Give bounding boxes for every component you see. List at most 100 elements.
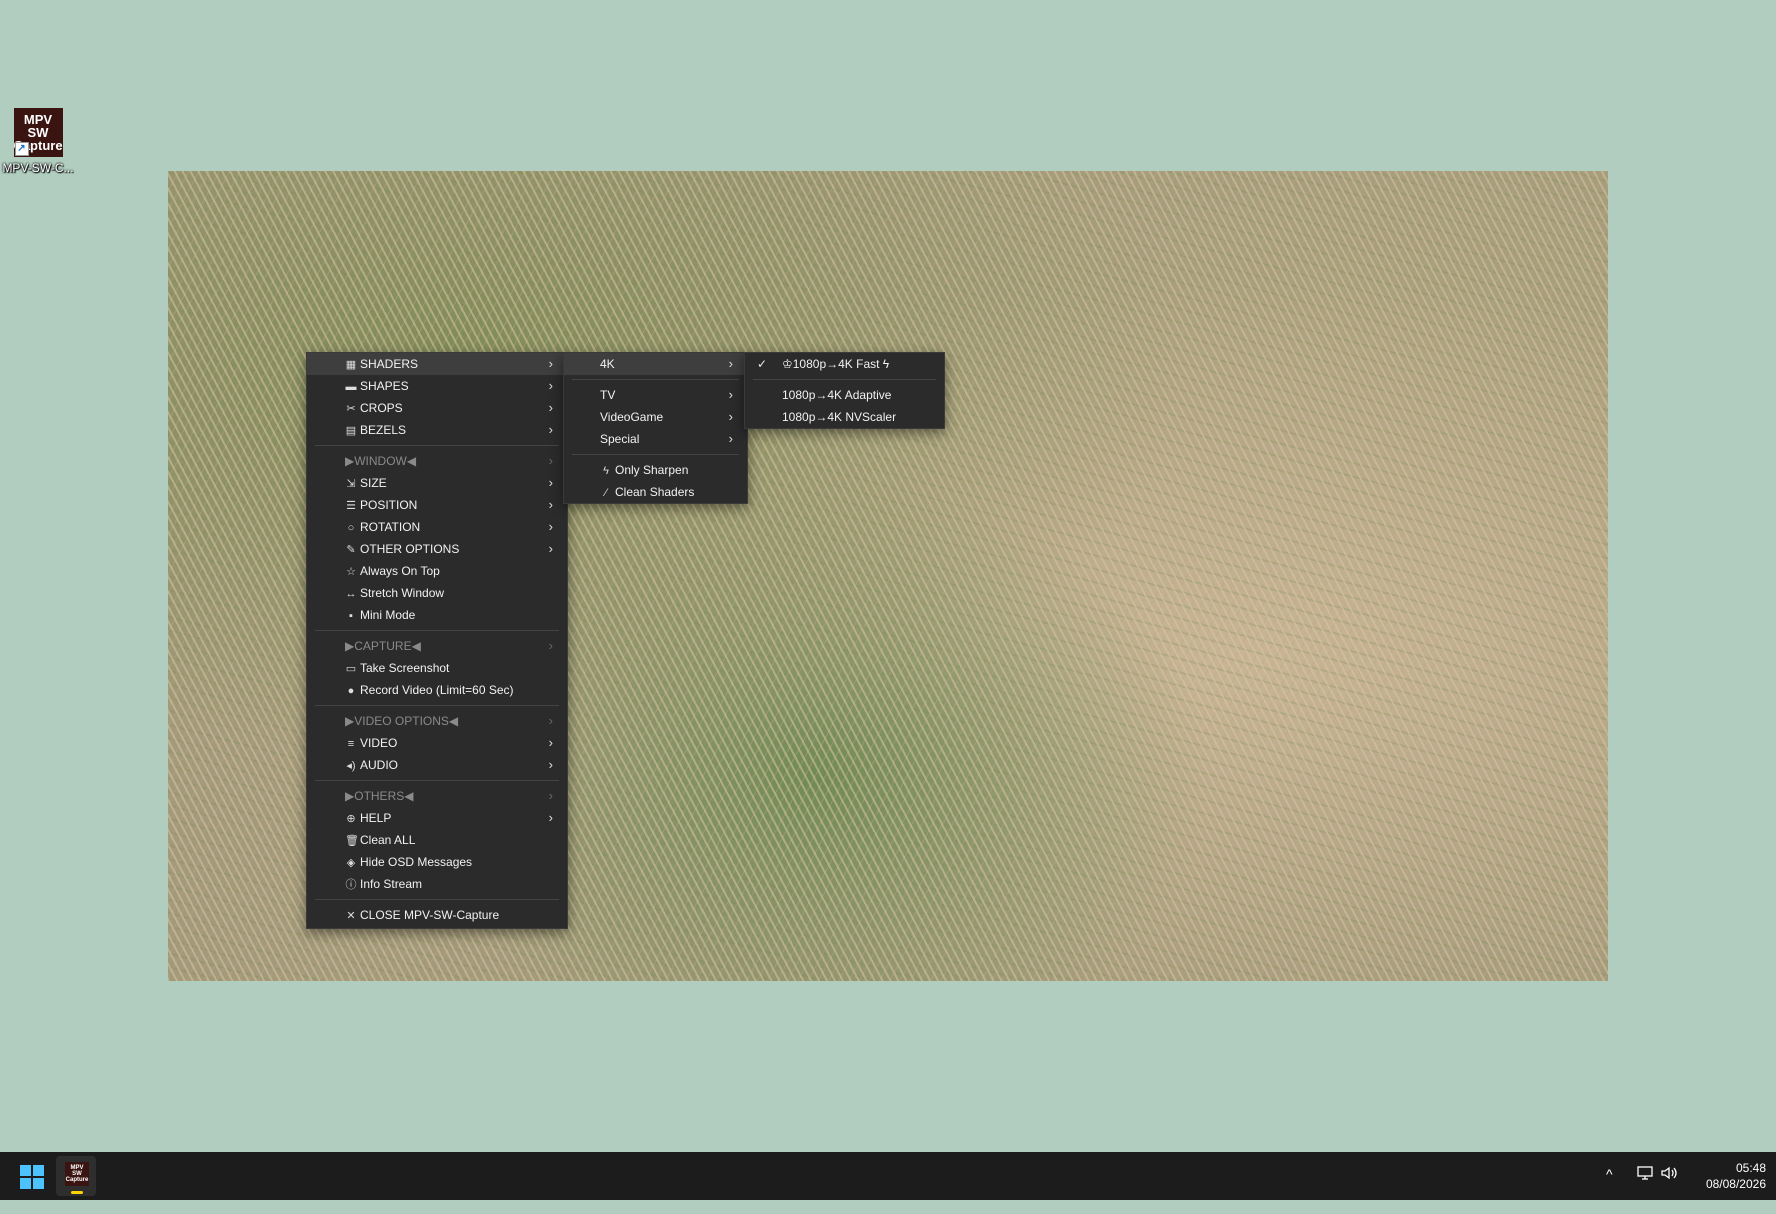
menu-item-label: SIZE	[360, 476, 387, 490]
chevron-right-icon: ›	[548, 788, 553, 803]
menu-item-special[interactable]: Special ›	[564, 428, 747, 450]
mini-mode-icon: ▪	[349, 610, 353, 622]
windows-logo-icon	[20, 1178, 31, 1189]
lightning-icon: ϟ	[603, 465, 609, 477]
menu-item-stretch-window[interactable]: ↔ Stretch Window	[307, 582, 567, 604]
menu-item-position[interactable]: ☰ POSITION ›	[307, 494, 567, 516]
chevron-right-icon: ›	[728, 409, 733, 424]
chevron-right-icon: ›	[548, 422, 553, 437]
bezels-icon: ▤	[345, 425, 357, 437]
menu-item-crops[interactable]: ✂ CROPS ›	[307, 397, 567, 419]
desktop: MPV SW Capture ↗ MPV-SW-C... ▦ SHADERS › …	[0, 0, 1776, 1152]
desktop-shortcut-mpv-sw-capture[interactable]: MPV SW Capture ↗ MPV-SW-C...	[2, 106, 74, 175]
menu-separator	[753, 379, 936, 380]
chevron-right-icon: ›	[728, 387, 733, 402]
menu-item-clean-shaders[interactable]: ⁄ Clean Shaders	[564, 481, 747, 503]
info-icon: ⓘ	[345, 879, 357, 891]
menu-item-mini-mode[interactable]: ▪ Mini Mode	[307, 604, 567, 626]
menu-item-label: SHADERS	[360, 357, 419, 371]
menu-item-4k[interactable]: 4K ›	[564, 353, 747, 375]
record-icon: ●	[347, 685, 355, 697]
menu-header-others: ▶OTHERS◀ ›	[307, 785, 567, 807]
menu-item-label: Clean ALL	[360, 833, 416, 847]
chevron-right-icon: ›	[548, 519, 553, 534]
brush-icon: ⁄	[605, 487, 607, 499]
logo-line-3: Capture	[65, 1177, 89, 1183]
menu-separator	[315, 705, 559, 706]
menu-item-shapes[interactable]: ▬ SHAPES ›	[307, 375, 567, 397]
menu-item-help[interactable]: ⊕ HELP ›	[307, 807, 567, 829]
help-icon: ⊕	[346, 813, 356, 825]
menu-item-record-video[interactable]: ● Record Video (Limit=60 Sec)	[307, 679, 567, 701]
menu-item-label: Mini Mode	[360, 608, 416, 622]
chevron-right-icon: ›	[548, 453, 553, 468]
chevron-right-icon: ›	[548, 475, 553, 490]
menu-item-info-stream[interactable]: ⓘ Info Stream	[307, 873, 567, 895]
menu-item-other-options[interactable]: ✎ OTHER OPTIONS ›	[307, 538, 567, 560]
chevron-right-icon: ›	[728, 356, 733, 371]
chevron-right-icon: ›	[548, 757, 553, 772]
menu-item-label: Stretch Window	[360, 586, 445, 600]
context-menu-4k: ✓ ♔1080p→4K Fast ϟ 1080p→4K Adaptive 108…	[744, 352, 945, 429]
menu-item-label: 1080p→4K NVScaler	[782, 410, 897, 424]
menu-item-tv[interactable]: TV ›	[564, 384, 747, 406]
menu-separator	[572, 454, 739, 455]
menu-item-1080p-4k-fast[interactable]: ✓ ♔1080p→4K Fast ϟ	[745, 353, 944, 375]
menu-separator	[315, 445, 559, 446]
menu-item-label: Hide OSD Messages	[360, 855, 473, 869]
menu-item-label: VideoGame	[600, 410, 664, 424]
menu-item-only-sharpen[interactable]: ϟ Only Sharpen	[564, 459, 747, 481]
menu-item-label: Special	[600, 432, 640, 446]
chevron-right-icon: ›	[548, 541, 553, 556]
chevron-right-icon: ›	[548, 378, 553, 393]
mpv-sw-capture-logo-icon: MPV SW Capture	[65, 1162, 89, 1186]
system-clock[interactable]: 05:48 08/08/2026	[1690, 1160, 1766, 1192]
camera-icon: ▭	[345, 663, 357, 675]
menu-item-label: AUDIO	[360, 758, 399, 772]
menu-item-take-screenshot[interactable]: ▭ Take Screenshot	[307, 657, 567, 679]
windows-logo-icon	[33, 1178, 44, 1189]
taskbar-app-mpv-sw-capture[interactable]: MPV SW Capture	[56, 1156, 96, 1196]
windows-logo-icon	[33, 1165, 44, 1176]
chevron-right-icon: ›	[548, 497, 553, 512]
menu-item-label: Always On Top	[360, 564, 440, 578]
menu-item-bezels[interactable]: ▤ BEZELS ›	[307, 419, 567, 441]
menu-item-label: OTHER OPTIONS	[360, 542, 460, 556]
chevron-right-icon: ›	[548, 400, 553, 415]
trash-icon: 🗑	[345, 835, 359, 847]
hide-osd-icon: ◈	[346, 857, 356, 869]
menu-item-video[interactable]: ≡ VIDEO ›	[307, 732, 567, 754]
menu-item-label: POSITION	[360, 498, 418, 512]
menu-item-hide-osd[interactable]: ◈ Hide OSD Messages	[307, 851, 567, 873]
menu-item-audio[interactable]: ◂) AUDIO ›	[307, 754, 567, 776]
running-indicator	[71, 1191, 83, 1194]
volume-icon[interactable]	[1660, 1164, 1680, 1212]
start-button[interactable]	[20, 1165, 44, 1189]
desktop-icon-caption: MPV-SW-C...	[2, 161, 74, 175]
menu-item-1080p-4k-adaptive[interactable]: 1080p→4K Adaptive	[745, 384, 944, 406]
menu-item-label: BEZELS	[360, 423, 407, 437]
menu-item-1080p-4k-nvscaler[interactable]: 1080p→4K NVScaler	[745, 406, 944, 428]
chevron-right-icon: ›	[548, 810, 553, 825]
menu-item-always-on-top[interactable]: ☆ Always On Top	[307, 560, 567, 582]
menu-item-videogame[interactable]: VideoGame ›	[564, 406, 747, 428]
taskbar: MPV SW Capture ^ 05:48 08/08/2026	[0, 1152, 1776, 1200]
menu-item-label: SHAPES	[360, 379, 409, 393]
menu-item-close-app[interactable]: ✕ CLOSE MPV-SW-Capture	[307, 904, 567, 926]
menu-item-label: 1080p→4K Adaptive	[782, 388, 892, 402]
chevron-right-icon: ›	[548, 713, 553, 728]
menu-header-capture: ▶CAPTURE◀ ›	[307, 635, 567, 657]
menu-separator	[315, 630, 559, 631]
menu-item-label: ROTATION	[360, 520, 421, 534]
tray-overflow-chevron-icon[interactable]: ^	[1606, 1166, 1613, 1214]
menu-item-label: VIDEO	[360, 736, 398, 750]
menu-item-clean-all[interactable]: 🗑Clean ALL	[307, 829, 567, 851]
menu-item-rotation[interactable]: ○ ROTATION ›	[307, 516, 567, 538]
video-settings-icon: ≡	[347, 738, 355, 750]
menu-item-size[interactable]: ⇲ SIZE ›	[307, 472, 567, 494]
pin-icon: ☆	[346, 566, 356, 578]
network-icon[interactable]	[1636, 1164, 1654, 1212]
chevron-right-icon: ›	[728, 431, 733, 446]
menu-item-shaders[interactable]: ▦ SHADERS ›	[307, 353, 567, 375]
menu-item-label: 4K	[600, 357, 615, 371]
